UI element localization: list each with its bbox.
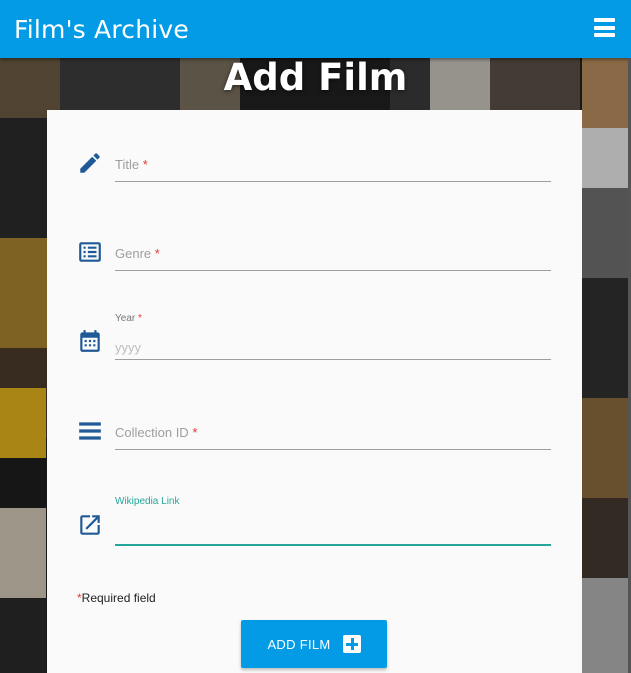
title-field: Title * <box>47 130 582 220</box>
wikipedia-link-field: Wikipedia Link <box>47 487 582 577</box>
add-film-button[interactable]: ADD FILM <box>241 620 387 668</box>
plus-box-icon <box>342 635 361 653</box>
add-film-button-label: ADD FILM <box>267 636 331 652</box>
brand-title[interactable]: Film's Archive <box>14 15 189 44</box>
year-label: Year * <box>115 313 142 324</box>
wikipedia-link-label: Wikipedia Link <box>115 496 180 507</box>
collection-id-field: Collection ID * <box>47 398 582 488</box>
required-field-note: *Required field <box>77 591 156 605</box>
app-window: Film's Archive Add Film Title * Genre * <box>0 0 631 673</box>
genre-field: Genre * <box>47 219 582 309</box>
app-bar: Film's Archive <box>0 0 631 58</box>
list-icon <box>77 239 103 265</box>
title-input[interactable] <box>115 158 551 182</box>
page-title: Add Film <box>223 56 408 99</box>
collection-id-input[interactable] <box>115 426 551 450</box>
add-film-form: Title * Genre * Year * Collection ID * <box>47 110 582 673</box>
calendar-icon <box>77 328 103 354</box>
lines-icon <box>77 418 103 444</box>
year-input[interactable] <box>115 336 551 360</box>
hamburger-menu-icon[interactable] <box>594 18 615 37</box>
wikipedia-link-input[interactable] <box>115 522 551 546</box>
pencil-icon <box>77 150 103 176</box>
year-field: Year * <box>47 308 582 398</box>
external-link-icon <box>77 512 103 538</box>
genre-input[interactable] <box>115 247 551 271</box>
